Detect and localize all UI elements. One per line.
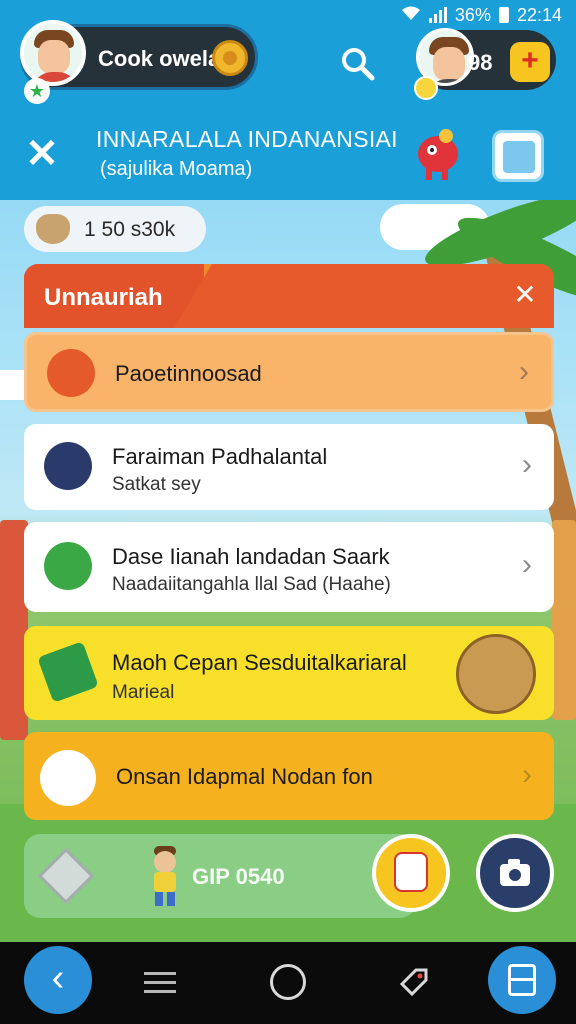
friend-count: 98: [468, 50, 493, 75]
menu-item-subtitle: Marieal: [112, 682, 175, 703]
close-icon[interactable]: ✕: [510, 280, 540, 310]
chevron-right-icon: ›: [522, 758, 532, 791]
menu-item-title: Faraiman Padhalantal: [112, 444, 328, 469]
gift-button[interactable]: [372, 834, 450, 912]
player-card[interactable]: GIP 0540: [24, 834, 416, 918]
money-icon: [44, 542, 92, 590]
menu-item-title: Dase Iianah landadan Saark: [112, 544, 390, 569]
search-icon: [342, 48, 375, 81]
house: [552, 520, 576, 720]
player-avatar[interactable]: [20, 20, 86, 86]
currency-value: 1 50 s30k: [84, 218, 176, 241]
menu-item-3[interactable]: Dase Iianah landadan Saark Naadaiitangah…: [24, 522, 554, 612]
menu-panel: Unnauriah ✕ Paoetinnoosad › Faraiman Pad…: [24, 264, 554, 924]
camera-icon: [500, 859, 530, 886]
battery-icon: [498, 7, 509, 23]
menu-item-subtitle: Satkat sey: [112, 474, 201, 495]
menu-item-title: Maoh Cepan Sesduitalkariaral: [112, 650, 407, 675]
recent-apps-icon: [508, 964, 536, 996]
home-icon[interactable]: [270, 964, 306, 1000]
pet-icon: [36, 214, 70, 244]
back-button[interactable]: ‹: [24, 946, 92, 1014]
player-card-label: GIP 0540: [192, 864, 285, 889]
menu-item-title: Paoetinnoosad: [115, 361, 262, 386]
menu-icon[interactable]: [144, 966, 176, 998]
kid-character-icon: [142, 842, 188, 908]
timer-badge-icon: [414, 76, 438, 100]
coin-icon: [212, 40, 248, 76]
cloud-icon: [40, 750, 96, 806]
tag-icon[interactable]: [396, 964, 432, 1000]
menu-item-4[interactable]: Maoh Cepan Sesduitalkariaral Marieal: [24, 626, 554, 720]
menu-item-subtitle: Naadaiitangahla llal Sad (Haahe): [112, 574, 391, 595]
book-icon: [37, 641, 99, 703]
search-button[interactable]: [338, 44, 378, 84]
page-title: INNARALALA INDANANSIAI: [96, 126, 398, 152]
chevron-right-icon: ›: [522, 548, 532, 581]
gift-icon: [394, 852, 428, 892]
document-icon: [503, 141, 535, 173]
camera-button[interactable]: [476, 834, 554, 912]
menu-item-1[interactable]: Paoetinnoosad ›: [24, 332, 554, 412]
menu-item-2[interactable]: Faraiman Padhalantal Satkat sey ›: [24, 424, 554, 510]
diamond-icon: [37, 847, 95, 905]
recent-apps-button[interactable]: [488, 946, 556, 1014]
bear-mascot-icon: [456, 634, 536, 714]
lock-icon: [44, 442, 92, 490]
page-subtitle: (sajulika Moama): [100, 158, 253, 180]
currency-chip[interactable]: 1 50 s30k: [24, 206, 206, 252]
panel-header: Unnauriah ✕: [24, 264, 554, 328]
menu-item-title: Onsan Idapmal Nodan fon: [116, 764, 373, 789]
clock: 22:14: [516, 4, 562, 25]
profile-name: Cook owela: [98, 46, 221, 71]
menu-item-5[interactable]: Onsan Idapmal Nodan fon ›: [24, 732, 554, 820]
wifi-icon: [401, 5, 421, 26]
close-button[interactable]: ✕: [22, 134, 62, 174]
panel-title: Unnauriah: [44, 284, 163, 311]
star-badge-icon: ★: [24, 78, 50, 104]
leaf-icon: [47, 349, 95, 397]
red-mascot-icon: [412, 124, 464, 182]
battery-percent: 36%: [454, 4, 491, 25]
document-button[interactable]: [492, 130, 544, 182]
signal-icon: [428, 7, 447, 23]
chevron-right-icon: ›: [522, 448, 532, 481]
chevron-right-icon: ›: [519, 355, 529, 388]
plus-button[interactable]: +: [510, 42, 550, 82]
